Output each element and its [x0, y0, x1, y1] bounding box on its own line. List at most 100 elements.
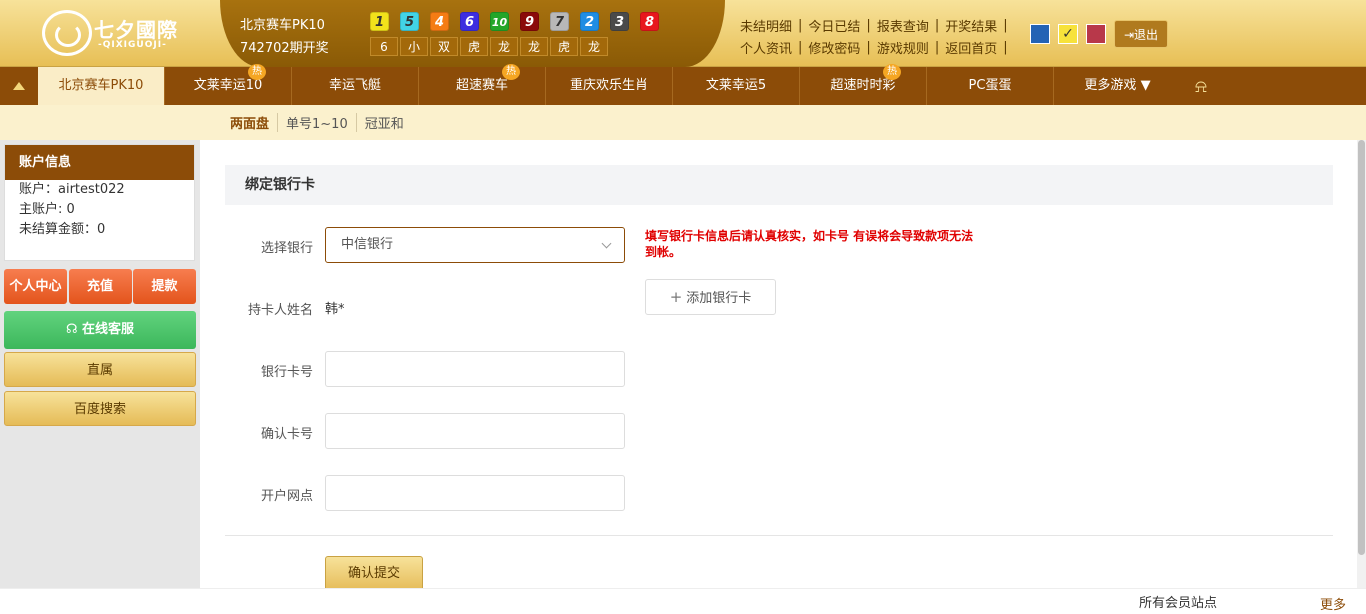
logout-icon: ⇥	[1123, 28, 1135, 42]
top-links-row-1: 未结明细 | 今日已结 | 报表查询 | 开奖结果 |	[740, 14, 1030, 36]
nav-tab[interactable]: 超速时时彩热	[800, 64, 927, 105]
result-tag: 虎	[550, 37, 578, 56]
sub-nav: 两面盘 单号1~10 冠亚和	[0, 105, 1366, 140]
nav-tab-label: 超速时时彩	[830, 78, 896, 93]
main-account-balance: 主账户: 0	[19, 202, 75, 217]
link-separator: |	[1003, 17, 1008, 33]
personal-center-button[interactable]: 个人中心	[4, 269, 67, 304]
scrollbar[interactable]	[1357, 140, 1366, 588]
nav-tab-label: 超速赛车	[455, 78, 508, 93]
result-ball: 9	[520, 12, 539, 31]
card-number-input[interactable]	[325, 351, 625, 387]
card-number-label: 银行卡号	[260, 365, 313, 380]
confirm-card-input[interactable]	[325, 413, 625, 449]
plus-icon: +	[669, 288, 683, 306]
main-content: 绑定银行卡 选择银行 中信银行 填写银行卡信息后请认真核实，如卡号 有误将会导致…	[200, 140, 1366, 592]
bank-warning-text: 填写银行卡信息后请认真核实，如卡号 有误将会导致款项无法到帐。	[645, 229, 974, 259]
account-info-title: 账户信息	[5, 145, 194, 180]
nav-tab-label: PC蛋蛋	[968, 78, 1012, 93]
result-balls: 1 5 4 6 10 9 7 2 3 8	[370, 12, 670, 31]
direct-button[interactable]: 直属	[4, 352, 196, 387]
theme-red[interactable]	[1086, 24, 1106, 44]
logo-subtitle: -QIXIGUOJI-	[98, 40, 167, 50]
more-games-label: 更多游戏	[1084, 78, 1137, 93]
logout-button[interactable]: ⇥退出	[1114, 20, 1168, 48]
triangle-up-icon	[13, 82, 25, 90]
logo-text: 七夕國際	[94, 18, 178, 42]
confirm-card-label: 确认卡号	[260, 427, 313, 442]
bell-icon: ⍾	[1195, 75, 1207, 97]
bank-label: 选择银行	[260, 241, 313, 256]
account-info-box: 账户信息 账户：airtest022 主账户: 0 未结算金额：0	[4, 144, 195, 261]
result-ball: 5	[400, 12, 419, 31]
baidu-search-button[interactable]: 百度搜索	[4, 391, 196, 426]
nav-tab[interactable]: 超速赛车热	[419, 64, 546, 105]
top-link[interactable]: 报表查询	[877, 16, 929, 35]
link-separator: |	[866, 17, 871, 33]
theme-blue[interactable]	[1030, 24, 1050, 44]
recharge-button[interactable]: 充值	[68, 269, 132, 304]
sub-nav-item[interactable]: 冠亚和	[357, 113, 412, 132]
submit-button[interactable]: 确认提交	[325, 556, 423, 592]
sub-nav-item[interactable]: 单号1~10	[278, 113, 357, 132]
nav-tab-label: 幸运飞艇	[328, 78, 381, 93]
result-ball: 8	[640, 12, 659, 31]
hot-badge: 热	[883, 64, 901, 80]
more-games-menu[interactable]: 更多游戏 ▼	[1054, 67, 1181, 105]
theme-yellow[interactable]: ✓	[1058, 24, 1078, 44]
notification-bell[interactable]: ⍾	[1181, 67, 1221, 105]
branch-label: 开户网点	[260, 489, 313, 504]
top-link[interactable]: 返回首页	[945, 38, 997, 57]
bind-card-title: 绑定银行卡	[225, 165, 1333, 205]
result-ball: 10	[490, 12, 509, 31]
result-tags: 6小双虎龙龙虎龙	[370, 37, 610, 56]
withdraw-button[interactable]: 提款	[133, 269, 196, 304]
nav-tab-label: 北京赛车PK10	[58, 78, 144, 93]
nav-collapse-toggle[interactable]	[0, 67, 38, 105]
nav-tab-label: 文莱幸运10	[193, 78, 263, 93]
result-ball: 1	[370, 12, 389, 31]
cardholder-name: 韩*	[325, 302, 345, 317]
result-tag: 小	[400, 37, 428, 56]
top-link[interactable]: 今日已结	[808, 16, 860, 35]
cardholder-label: 持卡人姓名	[247, 303, 313, 318]
top-link[interactable]: 未结明细	[740, 16, 792, 35]
account-action-buttons: 个人中心 充值 提款	[4, 269, 196, 304]
lottery-issue: 742702期开奖	[240, 41, 329, 56]
result-ball: 6	[460, 12, 479, 31]
nav-tab[interactable]: PC蛋蛋	[927, 67, 1054, 105]
top-link[interactable]: 修改密码	[808, 38, 860, 57]
headset-icon: ☊	[65, 322, 78, 337]
top-link[interactable]: 开奖结果	[945, 16, 997, 35]
lottery-result-panel: 北京赛车PK10 742702期开奖 1 5 4 6 10 9 7 2 3 8 6小双虎龙龙虎龙	[220, 0, 725, 67]
result-tag: 6	[370, 37, 398, 56]
logo[interactable]: 七夕國際 -QIXIGUOJI-	[0, 0, 228, 67]
nav-tab[interactable]: 重庆欢乐生肖	[546, 67, 673, 105]
online-service-button[interactable]: ☊ 在线客服	[4, 311, 196, 349]
footer-more-link[interactable]: 更多	[1320, 594, 1346, 613]
nav-tab[interactable]: 文莱幸运10 热	[165, 64, 292, 105]
result-tag: 龙	[520, 37, 548, 56]
scrollbar-thumb[interactable]	[1358, 140, 1365, 555]
bank-select-value: 中信银行	[341, 237, 394, 252]
link-separator: |	[798, 39, 803, 55]
top-link[interactable]: 游戏规则	[877, 38, 929, 57]
top-links: 未结明细 | 今日已结 | 报表查询 | 开奖结果 | 个人资讯 | 修改密码 | 游戏规则 | 返回首页…	[740, 14, 1030, 58]
nav-tab-label: 文莱幸运5	[705, 78, 767, 93]
link-separator: |	[1003, 39, 1008, 55]
nav-tab[interactable]: 幸运飞艇	[292, 67, 419, 105]
add-bank-card-button[interactable]: + 添加银行卡	[645, 279, 776, 315]
sub-nav-items: 两面盘 单号1~10 冠亚和	[222, 105, 412, 140]
form-divider	[225, 535, 1333, 536]
nav-tab[interactable]: 北京赛车PK10	[38, 67, 165, 105]
top-link[interactable]: 个人资讯	[740, 38, 792, 57]
result-ball: 7	[550, 12, 569, 31]
sub-nav-item[interactable]: 两面盘	[222, 113, 279, 132]
branch-input[interactable]	[325, 475, 625, 511]
chevron-down-icon	[601, 238, 612, 249]
bank-select[interactable]: 中信银行	[325, 227, 625, 263]
nav-tab[interactable]: 文莱幸运5	[673, 67, 800, 105]
sidebar: 账户信息 账户：airtest022 主账户: 0 未结算金额：0 个人中心 充…	[0, 140, 200, 588]
result-ball: 2	[580, 12, 599, 31]
result-tag: 虎	[460, 37, 488, 56]
